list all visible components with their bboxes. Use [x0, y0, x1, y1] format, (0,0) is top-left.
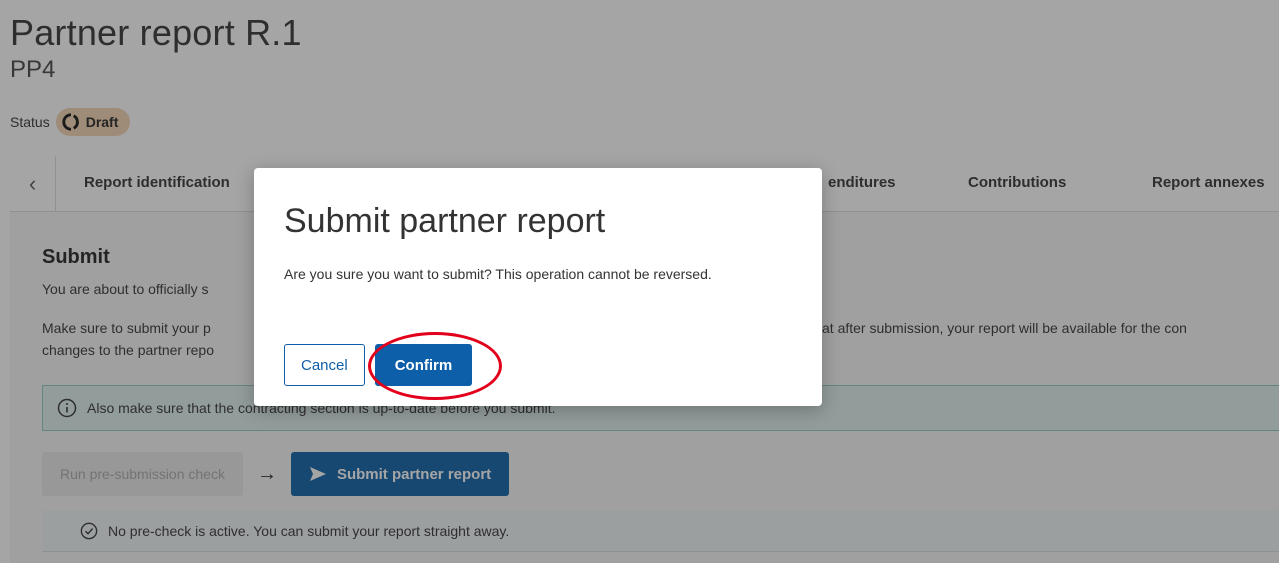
dialog-title: Submit partner report [284, 202, 606, 240]
submit-confirmation-dialog: Submit partner report Are you sure you w… [254, 168, 822, 406]
dialog-message: Are you sure you want to submit? This op… [284, 266, 712, 282]
confirm-button[interactable]: Confirm [374, 344, 473, 386]
cancel-button[interactable]: Cancel [284, 344, 365, 386]
dialog-actions: Cancel Confirm [284, 344, 473, 386]
